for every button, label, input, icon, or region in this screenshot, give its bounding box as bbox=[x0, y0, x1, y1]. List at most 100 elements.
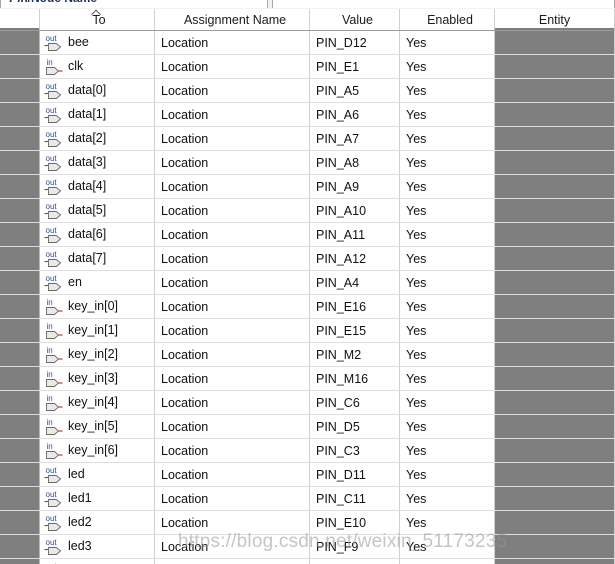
cell-to[interactable]: out data[0] bbox=[40, 79, 155, 102]
cell-entity[interactable] bbox=[495, 319, 615, 342]
cell-value[interactable]: PIN_A11 bbox=[310, 223, 400, 246]
cell-enabled[interactable]: Yes bbox=[400, 391, 495, 414]
cell-value[interactable]: PIN_C11 bbox=[310, 487, 400, 510]
cell-from[interactable] bbox=[0, 79, 40, 102]
table-row[interactable]: out data[7] Location PIN_A12 Yes bbox=[0, 247, 615, 271]
cell-assignment-name[interactable]: Location bbox=[155, 31, 310, 54]
cell-enabled[interactable]: Yes bbox=[400, 463, 495, 486]
cell-to[interactable]: out led2 bbox=[40, 511, 155, 534]
cell-from[interactable] bbox=[0, 367, 40, 390]
cell-from[interactable] bbox=[0, 319, 40, 342]
cell-entity[interactable] bbox=[495, 367, 615, 390]
cell-from[interactable] bbox=[0, 271, 40, 294]
table-row[interactable]: out led Location PIN_D11 Yes bbox=[0, 463, 615, 487]
cell-enabled[interactable]: Yes bbox=[400, 199, 495, 222]
cell-assignment-name[interactable]: Location bbox=[155, 151, 310, 174]
cell-to[interactable]: in clk bbox=[40, 55, 155, 78]
cell-value[interactable]: PIN_A7 bbox=[310, 127, 400, 150]
table-row[interactable]: in key_in[3] Location PIN_M16 Yes bbox=[0, 367, 615, 391]
cell-entity[interactable] bbox=[495, 223, 615, 246]
cell-assignment-name[interactable]: Location bbox=[155, 103, 310, 126]
cell-value[interactable]: PIN_E1 bbox=[310, 55, 400, 78]
table-row[interactable]: out data[1] Location PIN_A6 Yes bbox=[0, 103, 615, 127]
cell-value[interactable]: PIN_M16 bbox=[310, 367, 400, 390]
cell-enabled[interactable]: Yes bbox=[400, 439, 495, 462]
cell-from[interactable] bbox=[0, 295, 40, 318]
cell-to[interactable]: out data[3] bbox=[40, 151, 155, 174]
cell-value[interactable]: PIN_M2 bbox=[310, 343, 400, 366]
table-row[interactable]: out data[2] Location PIN_A7 Yes bbox=[0, 127, 615, 151]
cell-enabled[interactable]: Yes bbox=[400, 55, 495, 78]
cell-assignment-name[interactable]: Location bbox=[155, 439, 310, 462]
column-header-from[interactable]: m bbox=[0, 9, 40, 30]
cell-from[interactable] bbox=[0, 199, 40, 222]
cell-entity[interactable] bbox=[495, 247, 615, 270]
table-row[interactable]: out data[5] Location PIN_A10 Yes bbox=[0, 199, 615, 223]
cell-enabled[interactable]: Yes bbox=[400, 31, 495, 54]
cell-to[interactable]: in key_in[0] bbox=[40, 295, 155, 318]
cell-assignment-name[interactable]: Location bbox=[155, 199, 310, 222]
cell-to[interactable]: out en bbox=[40, 271, 155, 294]
column-header-value[interactable]: Value bbox=[310, 9, 400, 30]
column-header-assignment-name[interactable]: Assignment Name bbox=[155, 9, 310, 30]
column-header-enabled[interactable]: Enabled bbox=[400, 9, 495, 30]
cell-value[interactable]: PIN_A2 bbox=[310, 559, 400, 564]
cell-entity[interactable] bbox=[495, 199, 615, 222]
cell-from[interactable] bbox=[0, 127, 40, 150]
cell-value[interactable]: PIN_C3 bbox=[310, 439, 400, 462]
cell-enabled[interactable]: Yes bbox=[400, 79, 495, 102]
table-row[interactable]: out data[4] Location PIN_A9 Yes bbox=[0, 175, 615, 199]
cell-enabled[interactable]: Yes bbox=[400, 343, 495, 366]
cell-assignment-name[interactable]: Location bbox=[155, 559, 310, 564]
table-row[interactable]: out en Location PIN_A4 Yes bbox=[0, 271, 615, 295]
cell-value[interactable]: PIN_C6 bbox=[310, 391, 400, 414]
cell-enabled[interactable]: Yes bbox=[400, 247, 495, 270]
cell-from[interactable] bbox=[0, 535, 40, 558]
table-row[interactable]: out data[0] Location PIN_A5 Yes bbox=[0, 79, 615, 103]
cell-entity[interactable] bbox=[495, 295, 615, 318]
cell-assignment-name[interactable]: Location bbox=[155, 175, 310, 198]
cell-entity[interactable] bbox=[495, 271, 615, 294]
cell-from[interactable] bbox=[0, 31, 40, 54]
cell-entity[interactable] bbox=[495, 175, 615, 198]
cell-to[interactable]: in key_in[6] bbox=[40, 439, 155, 462]
cell-value[interactable]: PIN_D11 bbox=[310, 463, 400, 486]
cell-assignment-name[interactable]: Location bbox=[155, 223, 310, 246]
cell-to[interactable]: in key_in[2] bbox=[40, 343, 155, 366]
cell-entity[interactable] bbox=[495, 439, 615, 462]
cell-enabled[interactable]: Yes bbox=[400, 511, 495, 534]
cell-from[interactable] bbox=[0, 343, 40, 366]
cell-enabled[interactable]: Yes bbox=[400, 535, 495, 558]
cell-entity[interactable] bbox=[495, 151, 615, 174]
cell-entity[interactable] bbox=[495, 511, 615, 534]
table-row[interactable]: out bee Location PIN_D12 Yes bbox=[0, 31, 615, 55]
cell-to[interactable]: out led3 bbox=[40, 535, 155, 558]
cell-entity[interactable] bbox=[495, 463, 615, 486]
cell-from[interactable] bbox=[0, 151, 40, 174]
cell-entity[interactable] bbox=[495, 391, 615, 414]
table-row[interactable]: in key_in[6] Location PIN_C3 Yes bbox=[0, 439, 615, 463]
cell-to[interactable]: out led bbox=[40, 463, 155, 486]
cell-to[interactable]: out data[5] bbox=[40, 199, 155, 222]
cell-to[interactable]: out data[6] bbox=[40, 223, 155, 246]
cell-value[interactable]: PIN_A4 bbox=[310, 271, 400, 294]
cell-from[interactable] bbox=[0, 223, 40, 246]
cell-from[interactable] bbox=[0, 415, 40, 438]
table-row[interactable]: out data[6] Location PIN_A11 Yes bbox=[0, 223, 615, 247]
table-row[interactable]: outrsLocationPIN_A2Yes bbox=[0, 559, 615, 564]
cell-assignment-name[interactable]: Location bbox=[155, 415, 310, 438]
cell-from[interactable] bbox=[0, 511, 40, 534]
cell-assignment-name[interactable]: Location bbox=[155, 535, 310, 558]
table-row[interactable]: in clk Location PIN_E1 Yes bbox=[0, 55, 615, 79]
cell-enabled[interactable]: Yes bbox=[400, 319, 495, 342]
table-row[interactable]: out led2 Location PIN_E10 Yes bbox=[0, 511, 615, 535]
cell-enabled[interactable]: Yes bbox=[400, 223, 495, 246]
cell-assignment-name[interactable]: Location bbox=[155, 319, 310, 342]
cell-from[interactable] bbox=[0, 103, 40, 126]
cell-value[interactable]: PIN_E16 bbox=[310, 295, 400, 318]
cell-entity[interactable] bbox=[495, 415, 615, 438]
table-row[interactable]: out led1 Location PIN_C11 Yes bbox=[0, 487, 615, 511]
cell-assignment-name[interactable]: Location bbox=[155, 463, 310, 486]
cell-assignment-name[interactable]: Location bbox=[155, 487, 310, 510]
table-row[interactable]: in key_in[4] Location PIN_C6 Yes bbox=[0, 391, 615, 415]
